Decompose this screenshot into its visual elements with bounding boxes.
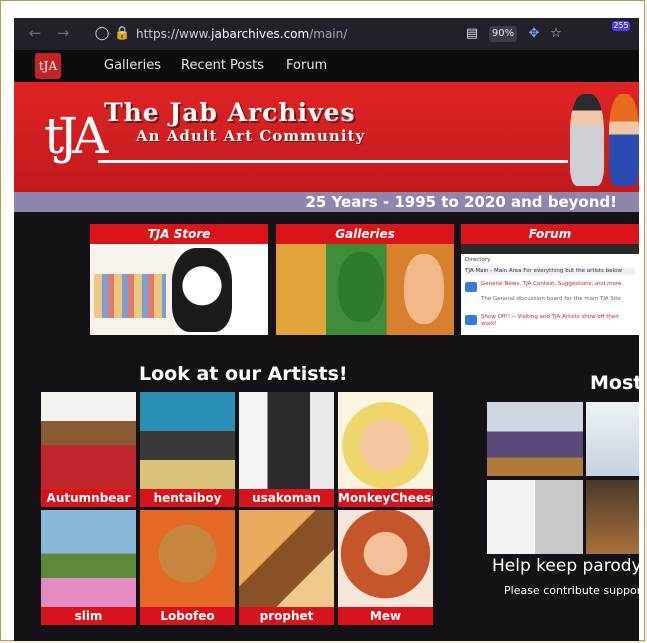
site-navbar: tJA Galleries Recent Posts Forum xyxy=(14,50,639,82)
address-bar[interactable]: ◯ 🔒 https://www.jabarchives.com/main/ ▤ … xyxy=(94,24,614,44)
translate-icon[interactable]: ✥ xyxy=(526,24,542,44)
url-prefix: https://www. xyxy=(136,27,212,41)
banner-title: The Jab Archives xyxy=(104,98,356,127)
shield-icon[interactable]: ◯ xyxy=(94,24,110,44)
artist-image xyxy=(41,510,136,607)
artist-image xyxy=(239,392,334,489)
artist-name: Autumnbear xyxy=(41,489,136,507)
help-text: Help keep parody a xyxy=(492,556,639,576)
banner-mascot-robot xyxy=(570,94,604,186)
artists-heading: Look at our Artists! xyxy=(139,363,348,385)
artist-name: slim xyxy=(41,607,136,625)
artist-image xyxy=(140,510,235,607)
extension-badge[interactable]: 255 xyxy=(612,21,630,31)
artist-tile[interactable]: slim xyxy=(41,510,136,625)
artist-tile[interactable]: prophet xyxy=(239,510,334,625)
artist-name: usakoman xyxy=(239,489,334,507)
nav-galleries[interactable]: Galleries xyxy=(104,50,161,82)
site-logo[interactable]: tJA xyxy=(35,53,61,79)
store-card-title: TJA Store xyxy=(90,224,268,244)
nav-forum[interactable]: Forum xyxy=(286,50,327,82)
galleries-card[interactable]: Galleries xyxy=(276,224,454,335)
store-card[interactable]: TJA Store xyxy=(90,224,268,335)
recent-thumb[interactable] xyxy=(586,480,639,554)
url-path: /main/ xyxy=(309,27,348,41)
url-text[interactable]: https://www.jabarchives.com/main/ xyxy=(136,24,347,44)
viewport: ← → ◯ 🔒 https://www.jabarchives.com/main… xyxy=(14,18,639,641)
artist-tile[interactable]: MonkeyCheese xyxy=(338,392,433,507)
artist-name: Mew xyxy=(338,607,433,625)
url-host: jabarchives.com xyxy=(211,27,310,41)
artist-image xyxy=(41,392,136,489)
galleries-card-image xyxy=(276,244,454,335)
bookmark-star-icon[interactable]: ☆ xyxy=(548,24,564,44)
artist-image xyxy=(338,392,433,489)
forum-card[interactable]: Forum FORUMS LATEST ACTIVITY MY SUBSCRIP… xyxy=(461,224,639,335)
banner-mascot-girl xyxy=(609,94,639,186)
artist-image xyxy=(140,392,235,489)
tagline-text: 25 Years - 1995 to 2020 and beyond! xyxy=(305,193,617,211)
artist-image xyxy=(239,510,334,607)
store-mascot-art xyxy=(172,248,232,332)
store-card-image xyxy=(90,244,268,335)
forum-tabs: FORUMS LATEST ACTIVITY MY SUBSCRIPTIONS xyxy=(461,244,639,261)
banner-rule xyxy=(98,160,568,163)
forum-card-title: Forum xyxy=(461,224,639,244)
artist-name: MonkeyCheese xyxy=(338,489,433,507)
artist-name: prophet xyxy=(239,607,334,625)
forum-item-desc: The General discussion board for the mai… xyxy=(481,296,621,302)
banner-subtitle: An Adult Art Community xyxy=(136,127,366,145)
artist-name: hentaiboy xyxy=(140,489,235,507)
reader-view-icon[interactable]: ▤ xyxy=(464,24,480,44)
forum-item-title: General News, TJA Contest, Suggestions, … xyxy=(481,281,624,287)
forum-main-row: TJA Main - Main Area For everything but … xyxy=(465,268,635,275)
artist-name: Lobofeo xyxy=(140,607,235,625)
forum-directory: Directory xyxy=(465,257,491,263)
forum-chat-icon xyxy=(465,282,477,292)
contribute-text[interactable]: Please contribute support xyxy=(504,584,639,597)
tagline-strip: 25 Years - 1995 to 2020 and beyond! xyxy=(14,192,639,212)
forward-arrow-icon[interactable]: → xyxy=(54,24,72,42)
banner-logo-mark: tJA xyxy=(44,107,108,165)
nav-recent-posts[interactable]: Recent Posts xyxy=(181,50,264,82)
forum-item-title: Show Off!! -- Visiting and TJA Artists s… xyxy=(481,314,620,327)
recent-thumb[interactable] xyxy=(487,480,583,554)
back-arrow-icon[interactable]: ← xyxy=(26,24,44,42)
zoom-level[interactable]: 90% xyxy=(489,26,517,42)
forum-chat-icon xyxy=(465,315,477,325)
artist-tile[interactable]: hentaiboy xyxy=(140,392,235,507)
lock-icon[interactable]: 🔒 xyxy=(114,24,130,44)
artist-tile[interactable]: Autumnbear xyxy=(41,392,136,507)
artist-tile[interactable]: Lobofeo xyxy=(140,510,235,625)
forum-card-preview: FORUMS LATEST ACTIVITY MY SUBSCRIPTIONS … xyxy=(461,244,639,335)
galleries-card-title: Galleries xyxy=(276,224,454,244)
browser-toolbar: ← → ◯ 🔒 https://www.jabarchives.com/main… xyxy=(14,18,639,50)
most-heading: Most xyxy=(590,372,639,394)
artist-tile[interactable]: Mew xyxy=(338,510,433,625)
recent-thumb[interactable] xyxy=(487,402,583,476)
artist-tile[interactable]: usakoman xyxy=(239,392,334,507)
artist-image xyxy=(338,510,433,607)
site-banner[interactable]: tJA The Jab Archives An Adult Art Commun… xyxy=(14,82,639,192)
recent-thumb[interactable] xyxy=(586,402,639,476)
